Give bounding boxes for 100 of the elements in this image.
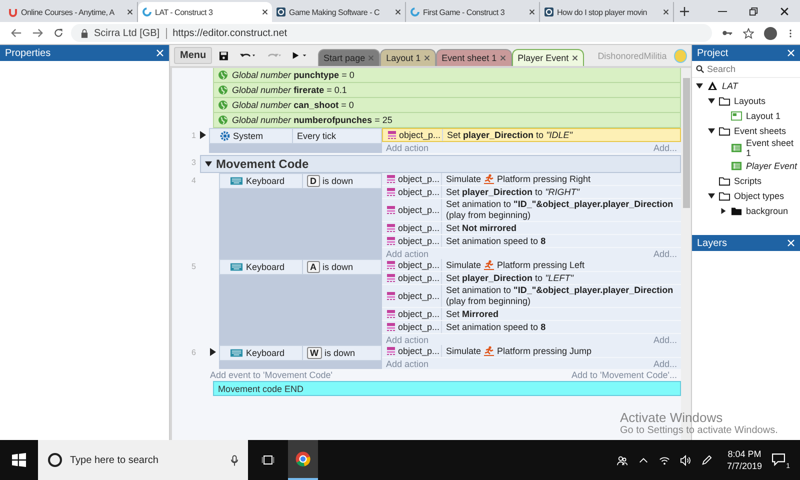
action-text: Set Mirrored bbox=[446, 308, 499, 320]
reload-icon[interactable] bbox=[53, 28, 64, 38]
browser-tab[interactable]: LAT - Construct 3 bbox=[138, 2, 272, 22]
tree-item[interactable]: Layouts bbox=[734, 96, 766, 106]
close-icon[interactable] bbox=[395, 9, 401, 15]
action-row[interactable]: object_p... Simulate Platform pressing Left bbox=[382, 259, 681, 272]
close-icon[interactable] bbox=[262, 9, 268, 15]
global-variable-row[interactable]: Global number can_shoot = 0 bbox=[213, 98, 681, 113]
address-field[interactable]: Scirra Ltd [GB] https://editor.construct.net bbox=[71, 24, 712, 42]
expanded-arrow-icon[interactable] bbox=[708, 128, 715, 134]
browser-taskbar-button[interactable] bbox=[288, 440, 318, 480]
key-badge: W bbox=[307, 347, 322, 359]
microphone-icon[interactable] bbox=[231, 454, 238, 466]
action-row[interactable]: object_p... Set animation to "ID_"&object_player.player_Direction (play from beginning) bbox=[382, 285, 681, 308]
sprite-icon bbox=[386, 223, 396, 233]
collapse-arrow-icon[interactable] bbox=[205, 161, 212, 167]
browser-tab[interactable]: How do I stop player movin bbox=[540, 2, 674, 22]
clock-date[interactable]: 7/7/2019 bbox=[726, 461, 762, 471]
editor-tab[interactable]: Player Event bbox=[512, 49, 584, 66]
tab-title: Online Courses - Anytime, A bbox=[21, 8, 116, 16]
expanded-arrow-icon[interactable] bbox=[696, 82, 703, 88]
task-view-icon[interactable] bbox=[262, 455, 274, 465]
star-icon[interactable] bbox=[743, 28, 754, 38]
people-icon[interactable] bbox=[616, 454, 628, 466]
action-row[interactable]: object_p... Set Not mirrored bbox=[382, 222, 681, 235]
folder-icon bbox=[719, 96, 730, 106]
running-figure-icon bbox=[484, 260, 494, 270]
close-icon[interactable] bbox=[780, 6, 789, 16]
action-row[interactable]: object_p... Set player_Direction to "RIGHT" bbox=[382, 186, 681, 199]
sprite-icon bbox=[386, 291, 396, 301]
windows-logo-icon[interactable] bbox=[12, 453, 26, 467]
expand-arrow-icon[interactable] bbox=[200, 131, 206, 139]
action-object: object_p... bbox=[398, 322, 440, 332]
action-row[interactable]: object_p... Simulate Platform pressing Right bbox=[382, 173, 681, 186]
sprite-icon bbox=[386, 346, 396, 356]
expanded-arrow-icon[interactable] bbox=[708, 192, 715, 198]
action-text: Set animation speed to 8 bbox=[446, 322, 546, 332]
variable-text: Global number can_shoot = 0 bbox=[232, 100, 354, 110]
editor-tab[interactable]: Start page bbox=[318, 49, 380, 66]
action-row[interactable]: object_p... Set player_Direction to "IDLE" bbox=[382, 128, 681, 142]
action-object: object_p... bbox=[398, 260, 440, 270]
editor-tab[interactable]: Layout 1 bbox=[380, 49, 436, 66]
action-row[interactable]: object_p... Simulate Platform pressing Jump bbox=[382, 345, 681, 358]
avatar-icon[interactable] bbox=[764, 26, 777, 40]
play-icon[interactable] bbox=[292, 51, 307, 60]
tree-item[interactable]: Object types bbox=[734, 190, 784, 200]
clock-time[interactable]: 8:04 PM bbox=[728, 449, 762, 459]
condition-block[interactable]: Keyboard W is down bbox=[219, 345, 382, 369]
condition-object: System bbox=[233, 131, 264, 141]
tree-item[interactable]: Scripts bbox=[734, 176, 762, 186]
close-icon[interactable] bbox=[529, 9, 535, 15]
key-icon[interactable] bbox=[722, 29, 733, 37]
action-row[interactable]: object_p... Set player_Direction to "LEFT" bbox=[382, 272, 681, 285]
notification-icon[interactable] bbox=[772, 453, 785, 466]
restore-icon[interactable] bbox=[749, 6, 758, 16]
condition-block[interactable]: Keyboard D is down bbox=[219, 173, 382, 259]
close-icon[interactable] bbox=[127, 9, 133, 15]
undo-icon[interactable] bbox=[240, 51, 255, 60]
back-arrow-icon[interactable] bbox=[11, 28, 22, 38]
expanded-arrow-icon[interactable] bbox=[708, 98, 715, 104]
plus-icon[interactable] bbox=[680, 6, 689, 16]
condition-block[interactable]: System Every tick bbox=[209, 128, 382, 153]
global-variable-row[interactable]: Global number punchtype = 0 bbox=[213, 68, 681, 83]
global-variable-row[interactable]: Global number firerate = 0.1 bbox=[213, 83, 681, 98]
menu-icon[interactable] bbox=[789, 28, 792, 38]
condition-block[interactable]: Keyboard A is down bbox=[219, 259, 382, 345]
save-icon[interactable] bbox=[219, 50, 228, 60]
comment-row[interactable]: Movement code END bbox=[213, 381, 681, 396]
action-row[interactable]: object_p... Set animation to "ID_"&object_player.player_Direction (play from beginning) bbox=[382, 199, 681, 222]
browser-tab[interactable]: First Game - Construct 3 bbox=[406, 2, 540, 22]
action-text: Set player_Direction to "RIGHT" bbox=[446, 186, 580, 198]
global-variable-row[interactable]: Global number numberofpunches = 25 bbox=[213, 113, 681, 128]
circle-icon bbox=[48, 453, 62, 467]
close-icon[interactable] bbox=[572, 55, 578, 61]
menu-button[interactable]: Menu bbox=[174, 47, 212, 64]
forward-arrow-icon[interactable] bbox=[32, 28, 43, 38]
browser-tab[interactable]: Game Making Software - C bbox=[272, 2, 406, 22]
tree-item[interactable]: Player Event bbox=[746, 160, 798, 170]
tree-item[interactable]: Event sheets bbox=[734, 126, 786, 136]
variable-text: Global number punchtype = 0 bbox=[232, 70, 354, 80]
action-row[interactable]: object_p... Set Mirrored bbox=[382, 308, 681, 321]
close-icon[interactable] bbox=[663, 9, 669, 15]
condition-text: is down bbox=[322, 176, 354, 186]
tree-item[interactable]: backgroun bbox=[746, 206, 788, 216]
group-header[interactable]: Movement Code bbox=[200, 155, 681, 173]
action-object: object_p... bbox=[398, 236, 440, 246]
expand-arrow-icon[interactable] bbox=[210, 348, 216, 356]
tree-item[interactable]: Event sheet 1 bbox=[746, 138, 800, 158]
speaker-icon[interactable] bbox=[680, 454, 691, 466]
action-object: object_p... bbox=[398, 291, 440, 301]
action-object: object_p... bbox=[398, 174, 440, 184]
editor-tab[interactable]: Event sheet 1 bbox=[436, 49, 512, 66]
tree-item[interactable]: Layout 1 bbox=[746, 110, 781, 120]
taskbar-search-field[interactable]: Type here to search bbox=[38, 440, 248, 480]
wifi-icon[interactable] bbox=[658, 454, 670, 466]
action-row[interactable]: object_p... Set animation speed to 8 bbox=[382, 321, 681, 334]
pen-icon[interactable] bbox=[700, 454, 712, 466]
collapsed-arrow-icon[interactable] bbox=[720, 208, 727, 214]
tree-item[interactable]: LAT bbox=[722, 80, 738, 90]
action-row[interactable]: object_p... Set animation speed to 8 bbox=[382, 235, 681, 248]
